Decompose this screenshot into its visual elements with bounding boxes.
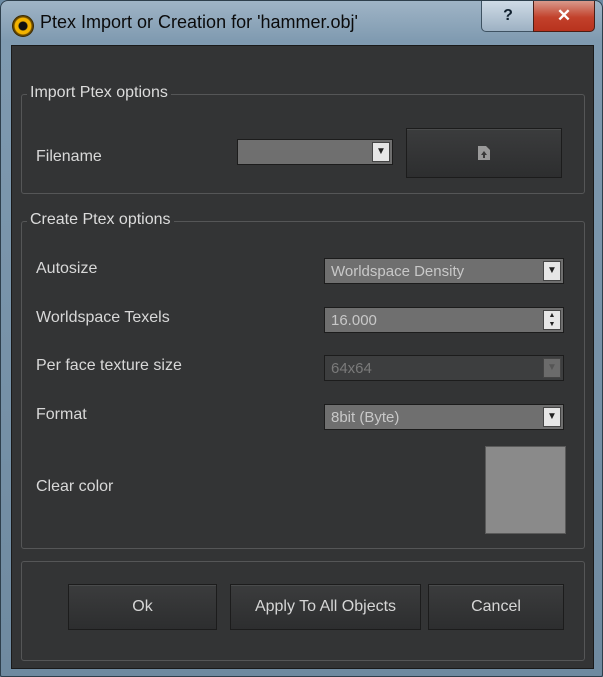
chevron-down-icon[interactable]: ▼ — [543, 261, 561, 281]
autosize-label: Autosize — [36, 260, 98, 277]
per-face-texture-size-value: 64x64 — [331, 360, 372, 377]
per-face-texture-size-label: Per face texture size — [36, 357, 182, 374]
app-logo-icon — [12, 15, 34, 37]
create-ptex-group: Create Ptex options Autosize Worldspace … — [21, 211, 585, 549]
per-face-texture-size-combo: 64x64 ▼ — [324, 355, 564, 381]
worldspace-texels-label: Worldspace Texels — [36, 309, 170, 326]
dialog-body: Import Ptex options Filename ▼ Create Pt… — [11, 45, 594, 669]
worldspace-texels-value: 16.000 — [331, 312, 377, 329]
worldspace-texels-spinbox[interactable]: 16.000 ▲ ▼ — [324, 307, 564, 333]
ok-button[interactable]: Ok — [68, 584, 217, 630]
filename-combo[interactable]: ▼ — [237, 139, 393, 165]
filename-label: Filename — [36, 148, 102, 165]
chevron-down-icon[interactable]: ▼ — [543, 407, 561, 427]
file-open-icon — [478, 146, 490, 160]
spin-arrows-icon[interactable]: ▲ ▼ — [543, 310, 561, 330]
help-button[interactable]: ? — [481, 1, 535, 32]
chevron-down-icon[interactable]: ▼ — [372, 142, 390, 162]
format-label: Format — [36, 406, 87, 423]
title-bar[interactable]: Ptex Import or Creation for 'hammer.obj'… — [1, 1, 602, 45]
create-ptex-group-title: Create Ptex options — [27, 211, 174, 229]
close-button[interactable]: ✕ — [533, 1, 595, 32]
chevron-down-icon: ▼ — [543, 358, 561, 378]
browse-file-button[interactable] — [406, 128, 562, 178]
clear-color-swatch[interactable] — [485, 446, 566, 534]
clear-color-label: Clear color — [36, 478, 114, 495]
dialog-window: Ptex Import or Creation for 'hammer.obj'… — [0, 0, 603, 677]
format-value: 8bit (Byte) — [331, 409, 400, 426]
autosize-value: Worldspace Density — [331, 263, 465, 280]
import-ptex-group: Import Ptex options Filename ▼ — [21, 84, 585, 194]
format-combo[interactable]: 8bit (Byte) ▼ — [324, 404, 564, 430]
cancel-button[interactable]: Cancel — [428, 584, 564, 630]
autosize-combo[interactable]: Worldspace Density ▼ — [324, 258, 564, 284]
apply-to-all-objects-button[interactable]: Apply To All Objects — [230, 584, 421, 630]
window-title: Ptex Import or Creation for 'hammer.obj' — [40, 12, 358, 32]
import-ptex-group-title: Import Ptex options — [27, 84, 171, 102]
action-buttons-group: Ok Apply To All Objects Cancel — [21, 561, 585, 661]
